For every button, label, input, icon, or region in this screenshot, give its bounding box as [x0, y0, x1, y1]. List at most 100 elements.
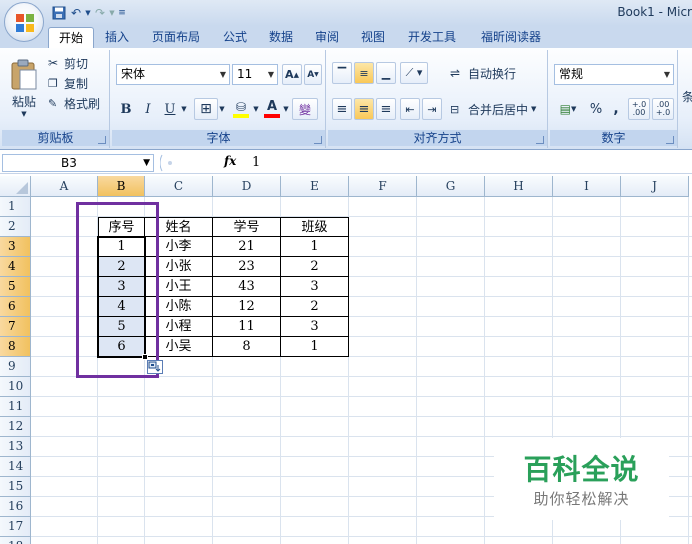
column-header-d[interactable]: D	[213, 176, 281, 197]
align-center-button[interactable]: ≡	[354, 98, 374, 120]
align-left-button[interactable]: ≡	[332, 98, 352, 120]
office-button[interactable]	[4, 2, 44, 42]
column-header-f[interactable]: F	[349, 176, 417, 197]
table-cell[interactable]: 8	[213, 337, 281, 357]
fill-color-dropdown-icon[interactable]: ▼	[252, 98, 260, 120]
row-header-17[interactable]: 17	[0, 517, 31, 537]
row-header-14[interactable]: 14	[0, 457, 31, 477]
table-cell[interactable]: 21	[213, 237, 281, 257]
border-button[interactable]: ⊞	[194, 98, 218, 120]
tab-formulas[interactable]: 公式	[216, 27, 254, 48]
paste-button[interactable]: 粘贴 ▼	[6, 54, 42, 122]
row-header-13[interactable]: 13	[0, 437, 31, 457]
row-header-9[interactable]: 9	[0, 357, 31, 377]
row-header-18[interactable]: 18	[0, 537, 31, 544]
align-top-button[interactable]: ▔	[332, 62, 352, 84]
border-dropdown-icon[interactable]: ▼	[218, 98, 226, 120]
table-cell[interactable]: 12	[213, 297, 281, 317]
styles-group-cutoff[interactable]: 条	[682, 88, 692, 105]
wrap-text-button[interactable]: ⇌ 自动换行	[450, 62, 516, 84]
row-header-3[interactable]: 3	[0, 237, 31, 257]
number-launcher-icon[interactable]	[666, 136, 674, 144]
table-cell[interactable]: 2	[281, 297, 349, 317]
row-header-2[interactable]: 2	[0, 217, 31, 237]
select-all-button[interactable]	[0, 176, 31, 197]
column-header-b[interactable]: B	[98, 176, 145, 197]
undo-icon[interactable]: ↶	[68, 4, 84, 22]
row-header-12[interactable]: 12	[0, 417, 31, 437]
orientation-button[interactable]: ⟋ ▾	[400, 62, 428, 84]
number-format-combo[interactable]: 常规 ▼	[554, 64, 674, 85]
column-header-j[interactable]: J	[621, 176, 689, 197]
column-header-i[interactable]: I	[553, 176, 621, 197]
underline-button[interactable]: U	[160, 98, 180, 120]
tab-developer[interactable]: 开发工具	[400, 27, 464, 48]
underline-dropdown-icon[interactable]: ▼	[180, 98, 188, 120]
italic-button[interactable]: I	[138, 98, 158, 120]
column-header-a[interactable]: A	[31, 176, 98, 197]
increase-indent-button[interactable]: ⇥	[422, 98, 442, 120]
table-header-cell[interactable]: 学号	[213, 217, 281, 237]
row-header-15[interactable]: 15	[0, 477, 31, 497]
table-cell[interactable]: 3	[281, 317, 349, 337]
align-middle-button[interactable]: ≡	[354, 62, 374, 84]
row-header-1[interactable]: 1	[0, 197, 31, 217]
row-header-4[interactable]: 4	[0, 257, 31, 277]
comma-button[interactable]: ,	[608, 98, 624, 120]
tab-foxit-reader[interactable]: 福昕阅读器	[472, 27, 550, 48]
clipboard-launcher-icon[interactable]	[98, 136, 106, 144]
cut-button[interactable]: ✂ 剪切	[48, 54, 88, 72]
tab-insert[interactable]: 插入	[98, 27, 136, 48]
table-cell[interactable]: 1	[281, 337, 349, 357]
customize-qat-icon[interactable]: ≡	[116, 4, 128, 22]
font-color-dropdown-icon[interactable]: ▼	[282, 98, 290, 120]
table-cell[interactable]: 2	[281, 257, 349, 277]
redo-icon[interactable]: ↷	[92, 4, 108, 22]
redo-dropdown-icon[interactable]: ▼	[108, 4, 116, 22]
percent-button[interactable]: %	[586, 98, 606, 120]
grow-font-button[interactable]: A ▲	[282, 64, 302, 85]
tab-page-layout[interactable]: 页面布局	[144, 27, 208, 48]
shrink-font-button[interactable]: A ▼	[304, 64, 322, 85]
fill-color-button[interactable]: ⛁	[230, 98, 252, 120]
save-icon[interactable]	[50, 4, 68, 22]
row-header-6[interactable]: 6	[0, 297, 31, 317]
font-launcher-icon[interactable]	[314, 136, 322, 144]
decrease-decimal-button[interactable]: .00 +.0	[652, 98, 674, 120]
column-header-c[interactable]: C	[145, 176, 213, 197]
tab-review[interactable]: 审阅	[308, 27, 346, 48]
row-header-11[interactable]: 11	[0, 397, 31, 417]
currency-button[interactable]: ▤ ▼	[554, 98, 582, 120]
font-color-button[interactable]: A	[262, 98, 282, 120]
font-name-combo[interactable]: 宋体 ▼	[116, 64, 230, 85]
name-box[interactable]: B3 ▼	[2, 154, 154, 172]
tab-view[interactable]: 视图	[354, 27, 392, 48]
bold-button[interactable]: B	[116, 98, 136, 120]
table-cell[interactable]: 11	[213, 317, 281, 337]
copy-button[interactable]: ❐ 复制	[48, 74, 88, 92]
auto-fill-options-icon[interactable]	[147, 360, 163, 374]
row-header-8[interactable]: 8	[0, 337, 31, 357]
table-header-cell[interactable]: 班级	[281, 217, 349, 237]
undo-dropdown-icon[interactable]: ▼	[84, 4, 92, 22]
table-cell[interactable]: 43	[213, 277, 281, 297]
row-header-10[interactable]: 10	[0, 377, 31, 397]
merge-center-button[interactable]: ⊟ 合并后居中 ▼	[450, 98, 536, 120]
align-right-button[interactable]: ≡	[376, 98, 396, 120]
fx-icon[interactable]: fx	[224, 154, 236, 168]
decrease-indent-button[interactable]: ⇤	[400, 98, 420, 120]
font-size-combo[interactable]: 11 ▼	[232, 64, 278, 85]
alignment-launcher-icon[interactable]	[536, 136, 544, 144]
column-header-h[interactable]: H	[485, 176, 553, 197]
increase-decimal-button[interactable]: +.0 .00	[628, 98, 650, 120]
tab-home[interactable]: 开始	[48, 27, 94, 48]
tab-data[interactable]: 数据	[262, 27, 300, 48]
column-header-g[interactable]: G	[417, 176, 485, 197]
table-cell[interactable]: 3	[281, 277, 349, 297]
format-painter-button[interactable]: ✎ 格式刷	[48, 94, 100, 112]
table-cell[interactable]: 1	[281, 237, 349, 257]
row-header-16[interactable]: 16	[0, 497, 31, 517]
table-cell[interactable]: 23	[213, 257, 281, 277]
align-bottom-button[interactable]: ▁	[376, 62, 396, 84]
row-header-5[interactable]: 5	[0, 277, 31, 297]
